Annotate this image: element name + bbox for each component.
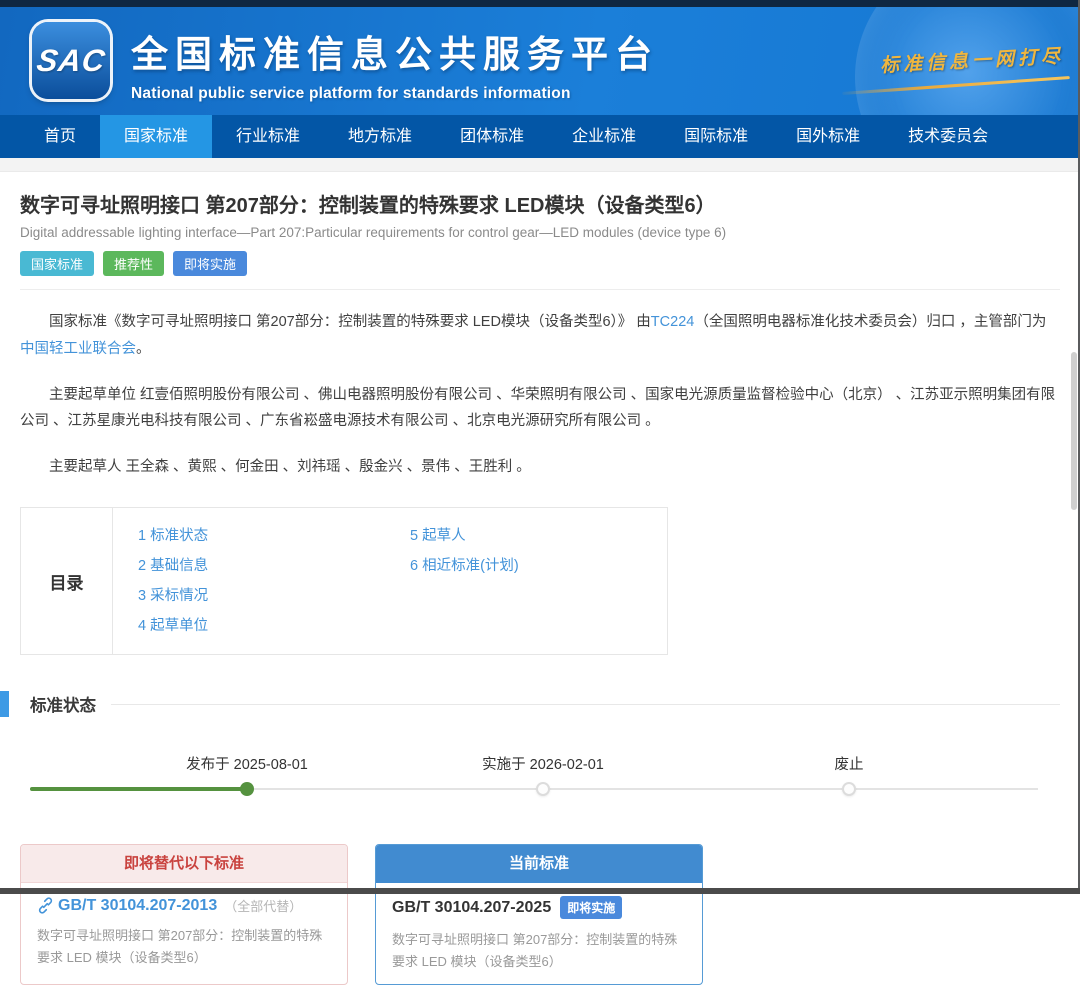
nav-item-technical-committees[interactable]: 技术委员会 <box>884 115 1012 158</box>
drafters-paragraph: 主要起草人 王全森 、黄熙 、何金田 、刘祎瑶 、殷金兴 、景伟 、王胜利 。 <box>20 454 1060 481</box>
current-code-line: GB/T 30104.207-2025 即将实施 <box>392 896 686 919</box>
current-card-header: 当前标准 <box>376 845 702 883</box>
current-card-body: GB/T 30104.207-2025 即将实施 数字可寻址照明接口 第207部… <box>376 883 702 972</box>
tc224-link[interactable]: TC224 <box>651 314 695 330</box>
toc-column-1: 1 标准状态 2 基础信息 3 采标情况 4 起草单位 <box>138 521 410 641</box>
window-bottom-edge <box>0 888 1080 894</box>
replaced-note: （全部代替） <box>224 896 302 915</box>
toc-link-standard-status[interactable]: 1 标准状态 <box>138 521 410 551</box>
replaced-code-line: GB/T 30104.207-2013 （全部代替） <box>37 896 331 915</box>
toc-link-drafters[interactable]: 5 起草人 <box>410 521 519 551</box>
toc-links: 1 标准状态 2 基础信息 3 采标情况 4 起草单位 5 起草人 6 相近标准… <box>113 508 667 654</box>
intro-text-3: 。 <box>136 341 151 357</box>
site-title-en: National public service platform for sta… <box>131 85 659 103</box>
intro-text-1: 国家标准《数字可寻址照明接口 第207部分：控制装置的特殊要求 LED模块（设备… <box>49 314 651 330</box>
nav-item-international-standards[interactable]: 国际标准 <box>660 115 772 158</box>
toc-link-adoption[interactable]: 3 采标情况 <box>138 581 410 611</box>
replaced-standard-desc: 数字可寻址照明接口 第207部分：控制装置的特殊要求 LED 模块（设备类型6） <box>37 925 331 968</box>
replaced-card-body: GB/T 30104.207-2013 （全部代替） 数字可寻址照明接口 第20… <box>21 883 347 968</box>
timeline-label-abolished: 废止 <box>835 753 864 774</box>
nav-item-enterprise-standards[interactable]: 企业标准 <box>548 115 660 158</box>
sac-logo[interactable]: SAC <box>32 22 110 99</box>
nav-item-industry-standards[interactable]: 行业标准 <box>212 115 324 158</box>
standard-title-cn: 数字可寻址照明接口 第207部分：控制装置的特殊要求 LED模块（设备类型6） <box>20 189 1060 218</box>
nav-item-home[interactable]: 首页 <box>20 115 100 158</box>
status-section-header: 标准状态 <box>0 691 1080 717</box>
nav-item-foreign-standards[interactable]: 国外标准 <box>772 115 884 158</box>
nav-item-national-standards[interactable]: 国家标准 <box>100 115 212 158</box>
timeline-label-implemented: 实施于 2026-02-01 <box>482 753 604 774</box>
nav-content-gap <box>0 158 1080 172</box>
section-accent-bar <box>0 691 9 717</box>
site-header: SAC 全国标准信息公共服务平台 National public service… <box>0 7 1080 115</box>
replaced-card-header: 即将替代以下标准 <box>21 845 347 883</box>
replaced-standard-link[interactable]: GB/T 30104.207-2013 <box>58 897 217 915</box>
badge-recommended: 推荐性 <box>103 251 164 276</box>
badge-national-standard: 国家标准 <box>20 251 94 276</box>
current-standard-card: 当前标准 GB/T 30104.207-2025 即将实施 数字可寻址照明接口 … <box>375 844 703 985</box>
chain-link-icon <box>37 897 54 914</box>
main-content: 数字可寻址照明接口 第207部分：控制装置的特殊要求 LED模块（设备类型6） … <box>0 189 1080 985</box>
toc-label: 目录 <box>21 508 113 654</box>
nav-item-group-standards[interactable]: 团体标准 <box>436 115 548 158</box>
toc-box: 目录 1 标准状态 2 基础信息 3 采标情况 4 起草单位 5 起草人 6 相… <box>20 507 668 655</box>
main-nav: 首页 国家标准 行业标准 地方标准 团体标准 企业标准 国际标准 国外标准 技术… <box>0 115 1080 158</box>
drafting-orgs-paragraph: 主要起草单位 红壹佰照明股份有限公司 、佛山电器照明股份有限公司 、华荣照明有限… <box>20 382 1060 436</box>
toc-column-2: 5 起草人 6 相近标准(计划) <box>410 521 519 641</box>
title-divider <box>20 289 1060 290</box>
timeline-dot-implemented <box>536 782 550 796</box>
intro-paragraph: 国家标准《数字可寻址照明接口 第207部分：控制装置的特殊要求 LED模块（设备… <box>20 309 1060 363</box>
timeline-dot-abolished <box>842 782 856 796</box>
current-upcoming-badge: 即将实施 <box>560 896 622 919</box>
competent-department-link[interactable]: 中国轻工业联合会 <box>20 341 136 357</box>
section-title: 标准状态 <box>30 692 96 716</box>
nav-item-local-standards[interactable]: 地方标准 <box>324 115 436 158</box>
timeline-dot-published <box>240 782 254 796</box>
toc-link-similar-standards[interactable]: 6 相近标准(计划) <box>410 551 519 581</box>
toc-link-drafting-orgs[interactable]: 4 起草单位 <box>138 611 410 641</box>
toc-link-basic-info[interactable]: 2 基础信息 <box>138 551 410 581</box>
site-title-cn: 全国标准信息公共服务平台 <box>131 24 659 78</box>
sac-logo-text: SAC <box>34 43 108 79</box>
current-standard-desc: 数字可寻址照明接口 第207部分：控制装置的特殊要求 LED 模块（设备类型6） <box>392 929 686 972</box>
badge-row: 国家标准 推荐性 即将实施 <box>20 251 1060 276</box>
window-top-edge <box>0 0 1080 7</box>
replaced-standard-card: 即将替代以下标准 GB/T 30104.207-2013 （全部代替） 数字可寻… <box>20 844 348 985</box>
scrollbar-thumb[interactable] <box>1071 352 1077 510</box>
standard-title-en: Digital addressable lighting interface—P… <box>20 225 1060 240</box>
current-standard-code: GB/T 30104.207-2025 <box>392 899 551 917</box>
timeline-progress <box>30 787 248 791</box>
site-title-block: 全国标准信息公共服务平台 National public service pla… <box>131 24 659 103</box>
timeline-label-published: 发布于 2025-08-01 <box>186 753 308 774</box>
badge-upcoming: 即将实施 <box>173 251 247 276</box>
standard-cards: 即将替代以下标准 GB/T 30104.207-2013 （全部代替） 数字可寻… <box>20 844 1060 985</box>
section-rule <box>111 704 1060 705</box>
status-timeline: 发布于 2025-08-01 实施于 2026-02-01 废止 <box>20 741 1060 813</box>
intro-text-2: （全国照明电器标准化技术委员会）归口 ，主管部门为 <box>694 314 1046 330</box>
